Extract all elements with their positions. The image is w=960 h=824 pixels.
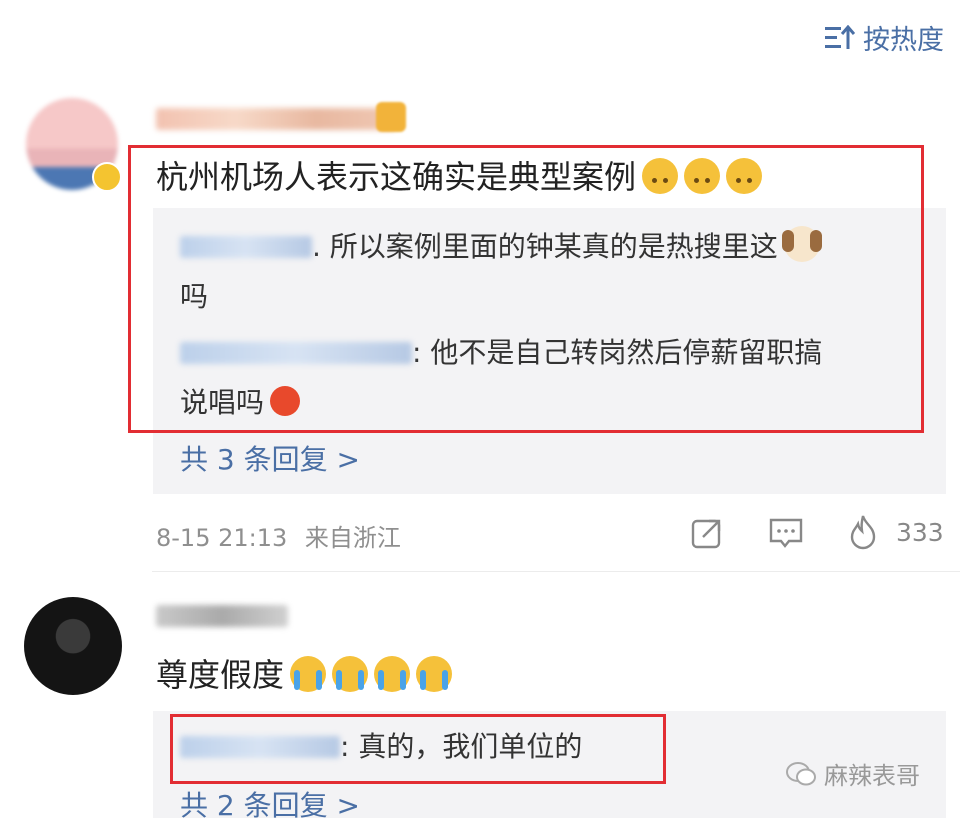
highlight-box bbox=[170, 714, 666, 784]
verified-badge bbox=[92, 162, 122, 192]
share-icon[interactable] bbox=[690, 516, 724, 554]
location: 来自浙江 bbox=[304, 524, 401, 552]
crying-face-icon bbox=[290, 656, 327, 692]
highlight-box bbox=[128, 145, 924, 433]
crying-face-icon bbox=[416, 656, 453, 692]
username-blurred[interactable] bbox=[156, 605, 288, 627]
sort-label: 按热度 bbox=[863, 25, 944, 56]
reply-comment-icon[interactable] bbox=[768, 516, 804, 554]
view-more-replies-link[interactable]: 共 2 条回复 > bbox=[180, 784, 360, 824]
crying-face-icon bbox=[374, 656, 411, 692]
sort-icon bbox=[825, 24, 855, 49]
comment-meta: 8-15 21:13 来自浙江 bbox=[156, 518, 401, 553]
like-flame-icon[interactable] bbox=[848, 514, 878, 554]
view-more-replies-link[interactable]: 共 3 条回复 > bbox=[180, 438, 360, 478]
crown-badge-icon bbox=[376, 102, 406, 132]
crying-face-icon bbox=[332, 656, 369, 692]
username-blurred[interactable] bbox=[156, 108, 396, 130]
divider bbox=[152, 571, 960, 572]
sort-by-hot-button[interactable]: 按热度 bbox=[825, 18, 944, 57]
avatar[interactable] bbox=[26, 98, 122, 194]
wechat-icon bbox=[786, 761, 816, 785]
comment-text: 尊度假度 bbox=[156, 650, 453, 696]
like-count: 333 bbox=[896, 518, 944, 547]
avatar[interactable] bbox=[24, 597, 122, 695]
timestamp: 8-15 21:13 bbox=[156, 524, 288, 552]
watermark: 麻辣表哥 bbox=[786, 756, 920, 791]
